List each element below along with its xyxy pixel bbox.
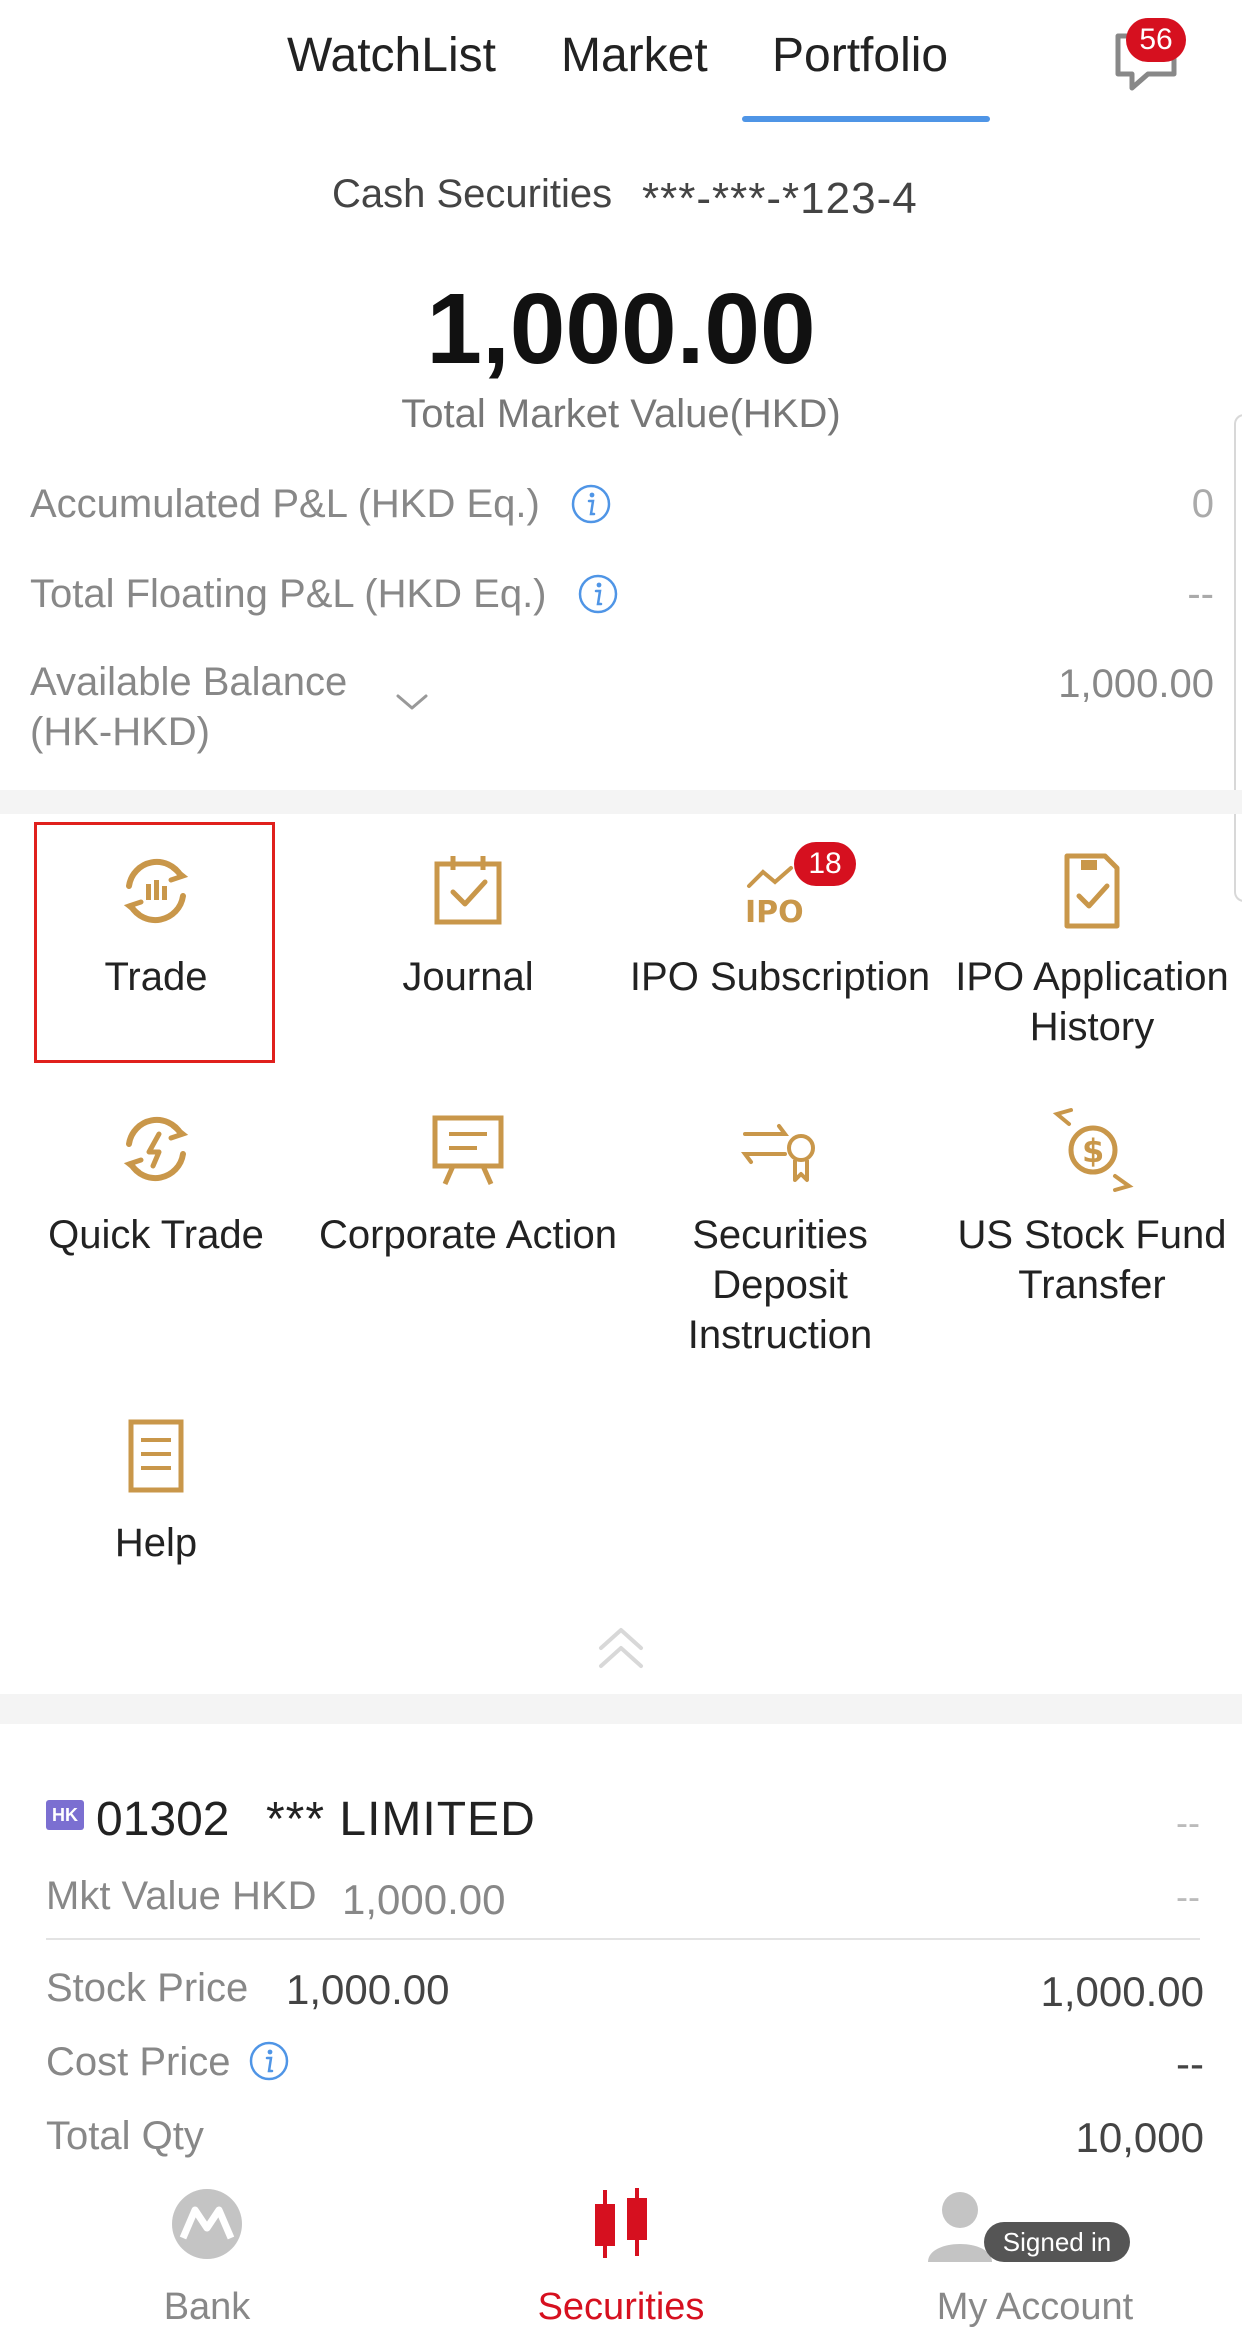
candlestick-icon [595, 2188, 647, 2258]
quick-trade-button[interactable]: Quick Trade [0, 1104, 312, 1260]
journal-label: Journal [402, 955, 534, 999]
available-balance-currency: (HK-HKD) [30, 710, 210, 754]
nav-my-account-label: My Account [936, 2286, 1134, 2328]
svg-text:IPO: IPO [745, 895, 804, 930]
svg-text:$: $ [1082, 1132, 1104, 1170]
bottom-navigation: Bank Securities My Account Signed in [0, 2168, 1242, 2334]
collapse-up-icon[interactable] [595, 1622, 647, 1674]
quick-trade-icon [123, 1116, 189, 1182]
section-divider [0, 790, 1242, 814]
stock-code: 01302 [96, 1793, 230, 1846]
info-icon[interactable] [248, 2040, 290, 2082]
holding-divider [46, 1938, 1200, 1940]
tab-portfolio[interactable]: Portfolio [772, 28, 948, 83]
ipo-subscription-label: IPO Subscription [629, 955, 931, 999]
account-number[interactable]: ***-***-*123-4 [642, 174, 918, 224]
securities-deposit-instruction-button[interactable]: Securities Deposit Instruction [624, 1104, 936, 1360]
accumulated-pl-label: Accumulated P&L (HKD Eq.) [30, 482, 540, 526]
floating-pl-label: Total Floating P&L (HKD Eq.) [30, 572, 547, 616]
ipo-history-icon [1064, 853, 1120, 929]
available-balance-value: 1,000.00 [1058, 662, 1214, 706]
tab-watchlist[interactable]: WatchList [287, 28, 496, 83]
mkt-value-label: Mkt Value HKD [46, 1874, 317, 1918]
nav-bank[interactable]: Bank [0, 2168, 414, 2334]
bank-logo-icon [172, 2189, 242, 2259]
active-tab-indicator [742, 116, 990, 122]
us-stock-fund-transfer-label: US Stock Fund Transfer [957, 1213, 1227, 1307]
account-type-label: Cash Securities [332, 172, 613, 216]
message-count-badge: 56 [1126, 18, 1186, 62]
tab-market[interactable]: Market [561, 28, 708, 83]
nav-bank-label: Bank [163, 2286, 251, 2328]
us-stock-fund-transfer-button[interactable]: $ US Stock Fund Transfer [936, 1104, 1242, 1310]
ipo-subscription-button[interactable]: IPO IPO Subscription [624, 846, 936, 1002]
total-qty-value: 10,000 [1075, 2114, 1204, 2161]
top-tab-bar: WatchList Market Portfolio 56 [0, 0, 1242, 130]
accumulated-pl-value: 0 [1191, 482, 1214, 526]
corporate-action-icon [432, 1115, 504, 1186]
help-document-icon [128, 1419, 184, 1493]
section-divider [0, 1694, 1242, 1724]
ipo-count-badge: 18 [794, 842, 856, 886]
floating-pl-value: -- [1187, 572, 1214, 616]
fund-transfer-icon: $ [1052, 1108, 1134, 1192]
total-qty-label: Total Qty [46, 2114, 204, 2158]
ipo-application-history-button[interactable]: IPO Application History [936, 846, 1242, 1052]
nav-securities-label: Securities [537, 2286, 705, 2328]
cost-price-value: -- [1176, 2040, 1204, 2087]
journal-calendar-icon [434, 856, 502, 925]
change-indicator: -- [1176, 1802, 1200, 1843]
help-button[interactable]: Help [0, 1412, 312, 1568]
nav-securities[interactable]: Securities [414, 2168, 828, 2334]
stock-price-label: Stock Price [46, 1966, 249, 2010]
journal-button[interactable]: Journal [312, 846, 624, 1002]
cost-price-label: Cost Price [46, 2040, 231, 2084]
mkt-value: 1,000.00 [342, 1876, 506, 1923]
quick-trade-label: Quick Trade [48, 1213, 264, 1257]
total-market-value: 1,000.00 [426, 273, 816, 385]
signed-in-badge: Signed in [984, 2222, 1130, 2262]
securities-deposit-instruction-label: Securities Deposit Instruction [687, 1213, 873, 1357]
market-tag: HK [46, 1800, 84, 1830]
info-icon[interactable] [577, 573, 619, 615]
side-drawer-handle[interactable] [1234, 414, 1242, 902]
chevron-down-icon[interactable] [392, 690, 432, 714]
mkt-value-change: -- [1176, 1876, 1200, 1917]
corporate-action-button[interactable]: Corporate Action [312, 1104, 624, 1260]
trade-highlight-box [34, 822, 275, 1063]
total-market-value-label: Total Market Value(HKD) [401, 392, 841, 436]
corporate-action-label: Corporate Action [319, 1213, 617, 1257]
ipo-application-history-label: IPO Application History [955, 955, 1229, 1049]
info-icon[interactable] [570, 483, 612, 525]
stock-price: 1,000.00 [286, 1966, 450, 2013]
help-label: Help [114, 1521, 198, 1565]
stock-price-right: 1,000.00 [1040, 1968, 1205, 2015]
securities-deposit-icon [741, 1124, 815, 1182]
available-balance-label: Available Balance [30, 660, 348, 704]
stock-name: *** LIMITED [266, 1793, 536, 1846]
